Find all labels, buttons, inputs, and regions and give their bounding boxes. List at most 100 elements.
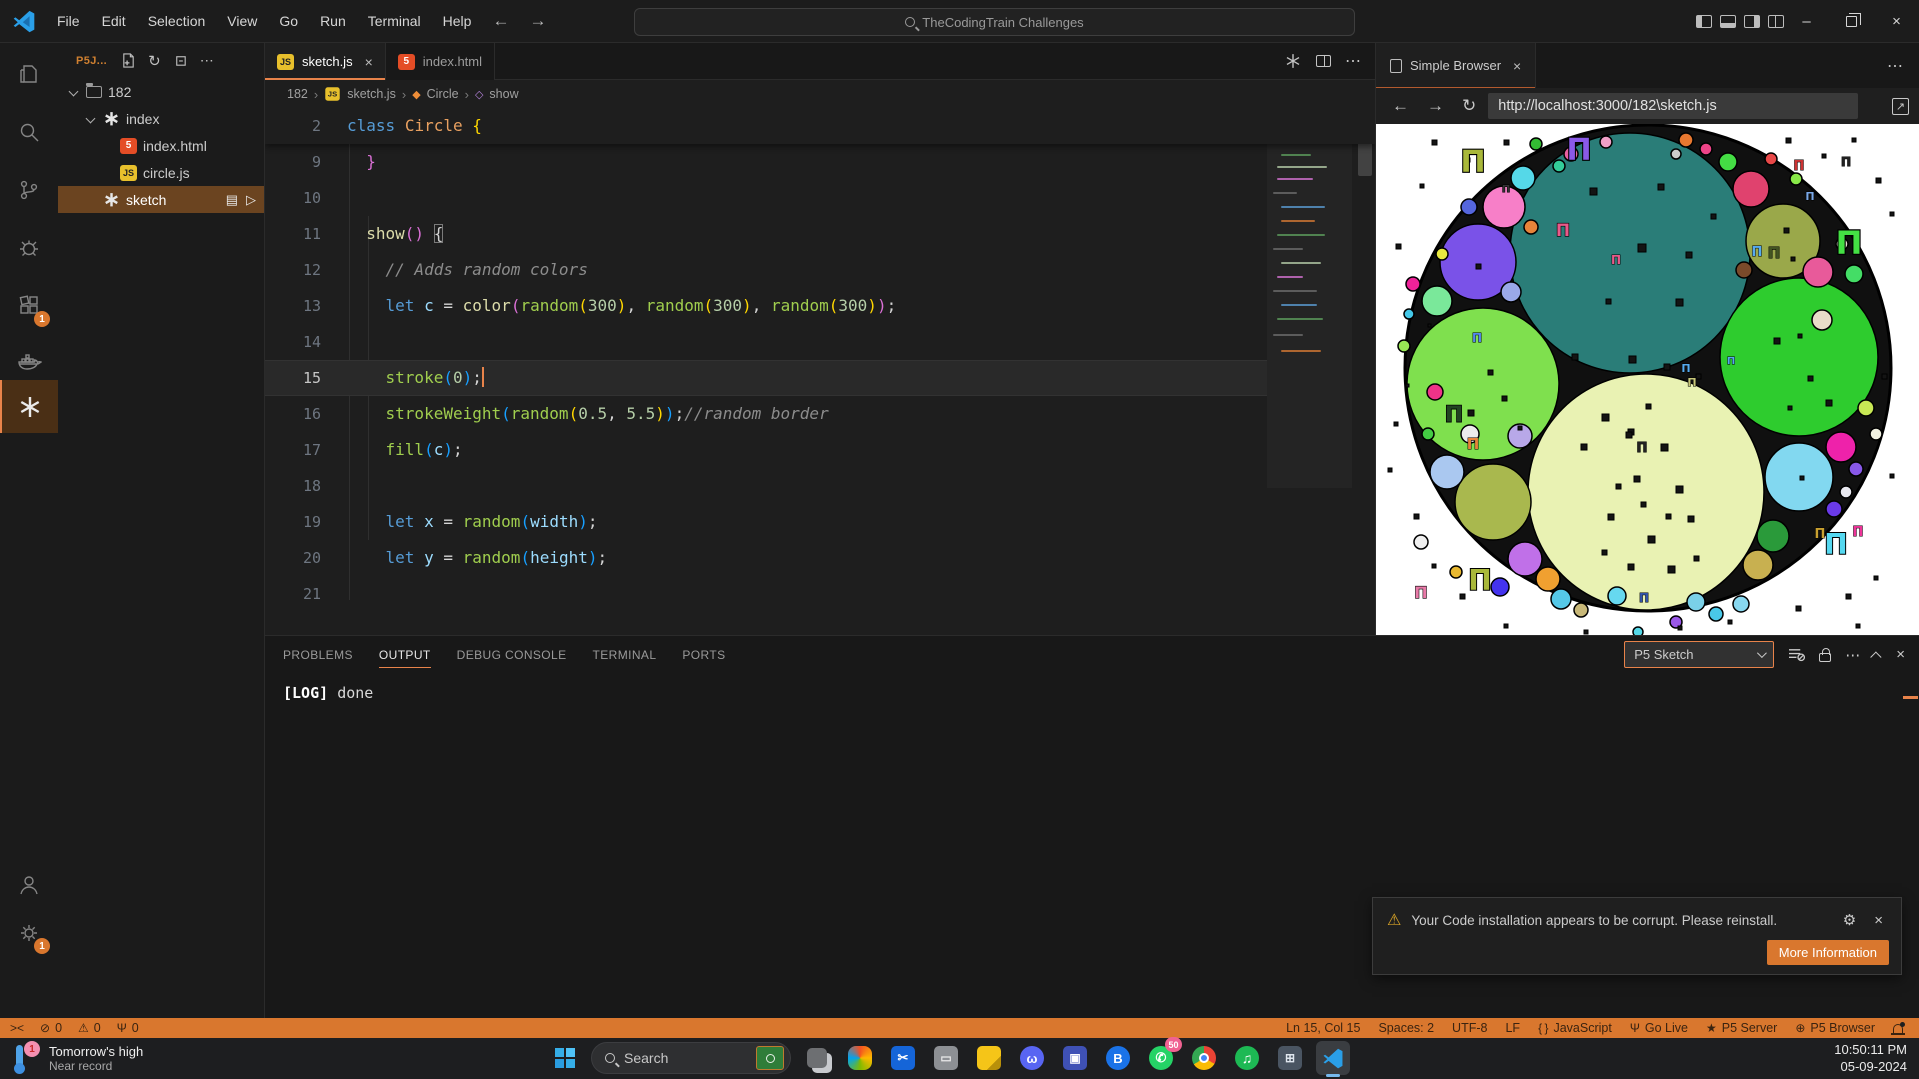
output-channel-dropdown[interactable]: P5 Sketch: [1624, 641, 1774, 668]
close-tab-icon[interactable]: ×: [365, 54, 373, 70]
taskbar-icon-copilot[interactable]: [843, 1041, 877, 1075]
notification-close-icon[interactable]: ×: [1870, 912, 1887, 929]
menu-edit[interactable]: Edit: [91, 13, 137, 29]
toggle-sidebar-icon[interactable]: [1696, 15, 1712, 28]
code-line-13[interactable]: 13 let c = color(random(300), random(300…: [265, 288, 1375, 324]
breadcrumb-item-Circle[interactable]: Circle: [427, 87, 459, 101]
code-line-9[interactable]: 9 }: [265, 144, 1375, 180]
close-button[interactable]: ×: [1874, 0, 1919, 43]
p5-view-icon[interactable]: [0, 380, 58, 433]
nav-back-icon[interactable]: ←: [482, 11, 519, 31]
explorer-more-icon[interactable]: ⋯: [200, 52, 214, 69]
lock-scroll-icon[interactable]: [1819, 653, 1831, 662]
accounts-icon[interactable]: [0, 860, 58, 910]
browser-url-input[interactable]: http://localhost:3000/182\sketch.js: [1488, 93, 1858, 119]
taskbar-icon-calculator[interactable]: ⊞: [1273, 1041, 1307, 1075]
menu-go[interactable]: Go: [268, 13, 309, 29]
new-file-icon[interactable]: [121, 53, 136, 68]
restore-button[interactable]: [1829, 0, 1874, 43]
browser-forward-icon[interactable]: →: [1421, 96, 1450, 116]
code-line-18[interactable]: 18: [265, 468, 1375, 504]
menu-selection[interactable]: Selection: [137, 13, 217, 29]
panel-tab-problems[interactable]: PROBLEMS: [283, 636, 353, 674]
collapse-folders-icon[interactable]: [173, 53, 188, 68]
status-remote[interactable]: ><: [10, 1021, 24, 1035]
minimize-button[interactable]: –: [1784, 0, 1829, 43]
breadcrumb-item-show[interactable]: show: [489, 87, 518, 101]
menu-view[interactable]: View: [216, 13, 268, 29]
status-p5-browser[interactable]: ⊕P5 Browser: [1795, 1021, 1875, 1035]
source-control-icon[interactable]: [0, 165, 58, 215]
browser-back-icon[interactable]: ←: [1386, 96, 1415, 116]
command-center-search[interactable]: TheCodingTrain Challenges: [634, 8, 1355, 36]
extensions-icon[interactable]: 1: [0, 281, 58, 331]
weather-widget[interactable]: 1 Tomorrow's high Near record: [10, 1041, 143, 1075]
menu-help[interactable]: Help: [432, 13, 483, 29]
close-panel-icon[interactable]: ×: [1896, 646, 1905, 663]
editor-more-icon[interactable]: ⋯: [1345, 51, 1361, 71]
taskbar-icon-vscode[interactable]: [1316, 1041, 1350, 1075]
panel-more-icon[interactable]: ⋯: [1845, 646, 1860, 664]
menu-run[interactable]: Run: [309, 13, 357, 29]
more-information-button[interactable]: More Information: [1767, 940, 1889, 965]
taskbar-icon-file-explorer[interactable]: [800, 1041, 834, 1075]
open-external-icon[interactable]: ↗: [1892, 98, 1909, 115]
panel-tab-terminal[interactable]: TERMINAL: [593, 636, 657, 674]
status-go-live[interactable]: ΨGo Live: [1630, 1021, 1688, 1035]
tree-item-182[interactable]: 182: [58, 78, 264, 105]
panel-tab-ports[interactable]: PORTS: [682, 636, 725, 674]
customize-layout-icon[interactable]: [1768, 15, 1784, 28]
toggle-secondary-sidebar-icon[interactable]: [1744, 15, 1760, 28]
status-0[interactable]: Ψ0: [117, 1021, 139, 1035]
status-lf[interactable]: LF: [1505, 1021, 1520, 1035]
run-debug-icon[interactable]: [0, 223, 58, 273]
taskbar-icon-bluetooth[interactable]: B: [1101, 1041, 1135, 1075]
split-editor-icon[interactable]: [1316, 55, 1331, 67]
browser-reload-icon[interactable]: ↻: [1456, 96, 1482, 116]
code-line-17[interactable]: 17 fill(c);: [265, 432, 1375, 468]
panel-tab-output[interactable]: OUTPUT: [379, 636, 431, 674]
taskbar-icon-printer[interactable]: ▭: [929, 1041, 963, 1075]
status-bell[interactable]: [1893, 1024, 1905, 1033]
explorer-icon[interactable]: [0, 49, 58, 99]
taskbar-icon-spotify[interactable]: ♫: [1230, 1041, 1264, 1075]
code-line-12[interactable]: 12 // Adds random colors: [265, 252, 1375, 288]
search-view-icon[interactable]: [0, 107, 58, 157]
simple-browser-tab[interactable]: Simple Browser ×: [1376, 43, 1536, 88]
browser-more-icon[interactable]: ⋯: [1887, 56, 1919, 76]
menu-file[interactable]: File: [46, 13, 91, 29]
taskbar-icon-chrome[interactable]: [1187, 1041, 1221, 1075]
taskbar-icon-discord[interactable]: ω: [1015, 1041, 1049, 1075]
tree-item-sketch[interactable]: ∗sketch▤▷: [58, 186, 264, 213]
status-utf-8[interactable]: UTF-8: [1452, 1021, 1487, 1035]
tree-item-circle.js[interactable]: JScircle.js: [58, 159, 264, 186]
tab-sketch.js[interactable]: JSsketch.js×: [265, 43, 386, 80]
close-browser-tab-icon[interactable]: ×: [1513, 58, 1521, 74]
run-sketch-icon[interactable]: [1284, 52, 1302, 70]
status-javascript[interactable]: { }JavaScript: [1538, 1021, 1612, 1035]
code-line-10[interactable]: 10: [265, 180, 1375, 216]
open-sketch-icon[interactable]: ▤: [226, 192, 238, 208]
notification-settings-icon[interactable]: ⚙: [1839, 911, 1860, 929]
code-line-19[interactable]: 19 let x = random(width);: [265, 504, 1375, 540]
status-0[interactable]: ⊘0: [40, 1021, 62, 1035]
status-p5-server[interactable]: ★P5 Server: [1706, 1021, 1777, 1035]
breadcrumb-item-sketch.js[interactable]: sketch.js: [347, 87, 396, 101]
taskbar-icon-sticky-notes[interactable]: [972, 1041, 1006, 1075]
status-spaces-2[interactable]: Spaces: 2: [1378, 1021, 1434, 1035]
code-line-14[interactable]: 14: [265, 324, 1375, 360]
code-line-20[interactable]: 20 let y = random(height);: [265, 540, 1375, 576]
taskbar-search[interactable]: Search: [591, 1042, 791, 1074]
start-button[interactable]: [548, 1041, 582, 1075]
taskbar-clock[interactable]: 10:50:11 PM 05-09-2024: [1834, 1041, 1907, 1075]
tree-item-index.html[interactable]: 5index.html: [58, 132, 264, 159]
run-sketch-icon[interactable]: ▷: [246, 192, 256, 208]
status-ln-15-col-15[interactable]: Ln 15, Col 15: [1286, 1021, 1360, 1035]
taskbar-icon-system-monitor[interactable]: ▣: [1058, 1041, 1092, 1075]
toggle-panel-icon[interactable]: [1720, 15, 1736, 28]
tree-item-index[interactable]: ∗index: [58, 105, 264, 132]
panel-tab-debug-console[interactable]: DEBUG CONSOLE: [457, 636, 567, 674]
clear-output-icon[interactable]: [1788, 647, 1805, 662]
code-line-15[interactable]: 15 stroke(0);: [265, 360, 1375, 396]
refresh-explorer-icon[interactable]: ↻: [148, 52, 161, 70]
